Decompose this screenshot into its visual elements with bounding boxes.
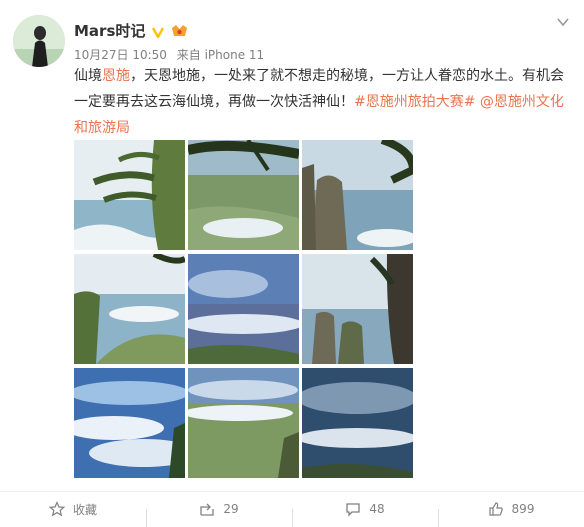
photo-thumbnail[interactable]	[188, 368, 299, 478]
photo-thumbnail[interactable]	[302, 140, 413, 250]
thumbs-up-icon	[488, 502, 503, 516]
avatar[interactable]	[13, 15, 65, 67]
chevron-down-icon[interactable]	[556, 14, 570, 28]
photo-thumbnail[interactable]	[74, 368, 185, 478]
member-badge-icon[interactable]	[171, 23, 188, 38]
repost-icon	[200, 503, 215, 516]
photo-thumbnail[interactable]	[302, 254, 413, 364]
like-button[interactable]: 899	[438, 501, 584, 527]
photo-thumbnail[interactable]	[74, 140, 185, 250]
photo-thumbnail[interactable]	[74, 254, 185, 364]
post-text: 仙境恩施，天恩地施，一处来了就不想走的秘境，一方让人眷恋的水土。有机会一定要再去…	[74, 68, 564, 136]
photo-thumbnail[interactable]	[188, 140, 299, 250]
repost-button[interactable]: 29	[146, 501, 292, 527]
photo-grid	[74, 140, 413, 478]
hashtag-link[interactable]: #恩施州旅拍大赛#	[354, 94, 475, 110]
action-bar: 收藏 29 48 899	[0, 491, 584, 527]
post-date[interactable]: 10月27日 10:50	[74, 48, 167, 62]
place-link[interactable]: 恩施	[102, 68, 130, 84]
star-icon	[48, 501, 65, 517]
photo-thumbnail[interactable]	[302, 368, 413, 478]
photo-thumbnail[interactable]	[188, 254, 299, 364]
verified-badge-icon	[151, 24, 165, 38]
comment-button[interactable]: 48	[292, 501, 438, 527]
comment-icon	[346, 503, 361, 517]
favorite-button[interactable]: 收藏	[0, 501, 146, 518]
post-source: 来自 iPhone 11	[176, 48, 265, 62]
username[interactable]: Mars时记	[74, 20, 145, 41]
